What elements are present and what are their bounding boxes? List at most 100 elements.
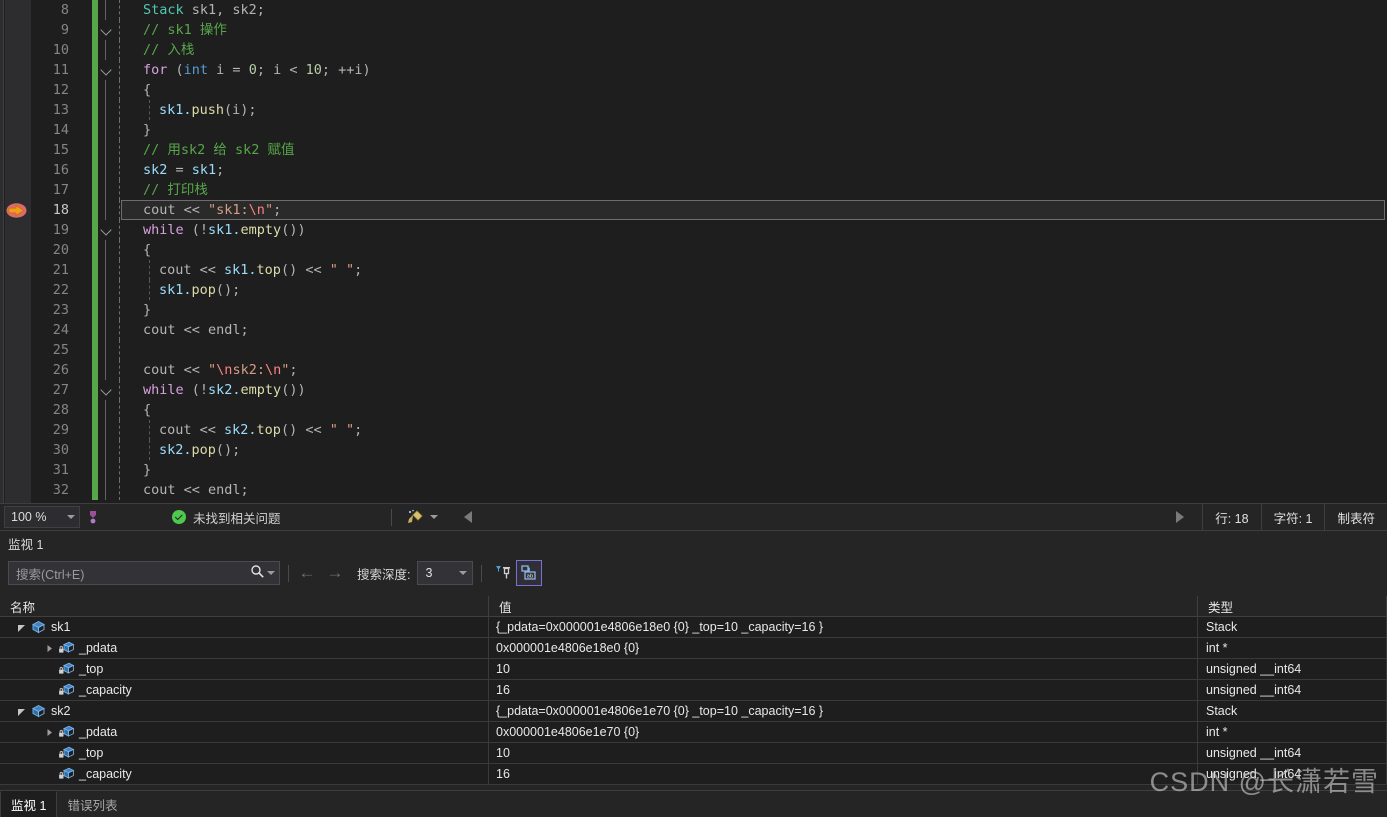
column-header-value[interactable]: 值 xyxy=(489,596,1198,616)
code-line[interactable]: 17 // 打印栈 xyxy=(31,180,1387,200)
code-line[interactable]: 30 sk2.pop(); xyxy=(31,440,1387,460)
code-cleanup-icon[interactable] xyxy=(402,505,428,529)
watch-grid-body[interactable]: sk1 {_pdata=0x000001e4806e18e0 {0} _top=1… xyxy=(0,617,1387,785)
current-statement-arrow-icon[interactable] xyxy=(6,203,27,218)
variable-name: _pdata xyxy=(79,641,118,655)
code-line[interactable]: 15 // 用sk2 给 sk2 赋值 xyxy=(31,140,1387,160)
search-next-icon[interactable]: → xyxy=(321,563,349,583)
expander-closed-icon[interactable] xyxy=(42,728,56,737)
code-line[interactable]: 14} xyxy=(31,120,1387,140)
search-options-chevron-icon[interactable] xyxy=(267,571,275,575)
code-token: cout xyxy=(143,362,176,378)
code-line[interactable]: 11 for (int i = 0; i < 10; ++i) xyxy=(31,60,1387,80)
scroll-left-icon[interactable] xyxy=(463,511,472,523)
code-editor[interactable]: 8 Stack sk1, sk2; 9 // sk1 操作 10 // 入栈 11 for (… xyxy=(0,0,1387,503)
outline-guide xyxy=(105,340,106,360)
code-line[interactable]: 13 sk1.push(i); xyxy=(31,100,1387,120)
code-line[interactable]: 28 { xyxy=(31,400,1387,420)
code-token: i = xyxy=(208,62,249,78)
indent-guide xyxy=(119,180,120,200)
code-token: << xyxy=(191,422,225,438)
cell-name[interactable]: _capacity xyxy=(0,764,489,784)
code-token: sk1. xyxy=(224,262,257,278)
code-line[interactable]: 9 // sk1 操作 xyxy=(31,20,1387,40)
table-row[interactable]: _pdata 0x000001e4806e1e70 {0} int * xyxy=(0,722,1387,743)
collapse-chevron-icon[interactable] xyxy=(101,225,111,235)
code-line[interactable]: 25 xyxy=(31,340,1387,360)
change-bar xyxy=(92,300,98,320)
code-token: sk1. xyxy=(159,282,192,298)
table-row[interactable]: _top 10 unsigned __int64 xyxy=(0,659,1387,680)
code-line[interactable]: 31} xyxy=(31,460,1387,480)
cell-value[interactable]: 0x000001e4806e1e70 {0} xyxy=(489,722,1198,742)
indent-guide xyxy=(119,440,120,460)
table-row[interactable]: _capacity 16 unsigned __int64 xyxy=(0,764,1387,785)
code-line[interactable]: 19 while (!sk1.empty()) xyxy=(31,220,1387,240)
table-row[interactable]: _top 10 unsigned __int64 xyxy=(0,743,1387,764)
code-line[interactable]: 32 cout << endl; xyxy=(31,480,1387,500)
cell-value[interactable]: {_pdata=0x000001e4806e1e70 {0} _top=10 _… xyxy=(489,701,1198,721)
column-header-type[interactable]: 类型 xyxy=(1198,596,1387,616)
search-depth-selector[interactable]: 3 xyxy=(417,561,474,585)
code-line[interactable]: 29 cout << sk2.top() << " "; xyxy=(31,420,1387,440)
watch-toolbar: 搜索(Ctrl+E) ← → 搜索深度: 3 ab xyxy=(0,556,1387,590)
table-row[interactable]: sk1 {_pdata=0x000001e4806e18e0 {0} _top=1… xyxy=(0,617,1387,638)
breakpoint-margin[interactable] xyxy=(5,0,31,503)
cell-name[interactable]: _pdata xyxy=(0,638,489,658)
cell-name[interactable]: sk1 xyxy=(0,617,489,637)
cell-name[interactable]: _capacity xyxy=(0,680,489,700)
code-line[interactable]: 21 cout << sk1.top() << " "; xyxy=(31,260,1387,280)
code-line[interactable]: 10 // 入栈 xyxy=(31,40,1387,60)
pin-filter-icon[interactable] xyxy=(490,560,516,586)
scroll-right-icon[interactable] xyxy=(1176,511,1185,523)
code-token: empty xyxy=(240,222,282,238)
code-line[interactable]: 24 cout << endl; xyxy=(31,320,1387,340)
table-row[interactable]: _pdata 0x000001e4806e18e0 {0} int * xyxy=(0,638,1387,659)
column-header-name[interactable]: 名称 xyxy=(0,596,489,616)
code-lines-container[interactable]: 8 Stack sk1, sk2; 9 // sk1 操作 10 // 入栈 11 for (… xyxy=(6,0,1387,503)
cell-name[interactable]: _pdata xyxy=(0,722,489,742)
cell-name[interactable]: sk2 xyxy=(0,701,489,721)
code-line[interactable]: 26 cout << "\nsk2:\n"; xyxy=(31,360,1387,380)
watch-grid[interactable]: 名称 值 类型 sk1 {_pdata=0x000001e4806e18e0 {0… xyxy=(0,596,1387,785)
collapse-chevron-icon[interactable] xyxy=(101,65,111,75)
code-line[interactable]: 18 cout << "sk1:\n"; xyxy=(6,200,1387,220)
expander-open-icon[interactable] xyxy=(14,707,28,716)
table-row[interactable]: sk2 {_pdata=0x000001e4806e1e70 {0} _top=1… xyxy=(0,701,1387,722)
zoom-level-selector[interactable]: 100 % xyxy=(4,506,80,528)
cell-value[interactable]: 16 xyxy=(489,680,1198,700)
expander-closed-icon[interactable] xyxy=(42,644,56,653)
cell-value[interactable]: 0x000001e4806e18e0 {0} xyxy=(489,638,1198,658)
code-line[interactable]: 23} xyxy=(31,300,1387,320)
cell-name[interactable]: _top xyxy=(0,743,489,763)
intellicode-icon[interactable] xyxy=(80,505,106,529)
code-cleanup-chevron-icon[interactable] xyxy=(429,515,438,519)
code-line[interactable]: 20 { xyxy=(31,240,1387,260)
code-line[interactable]: 8 Stack sk1, sk2; xyxy=(31,0,1387,20)
cell-value[interactable]: {_pdata=0x000001e4806e18e0 {0} _top=10 _… xyxy=(489,617,1198,637)
code-text: // 打印栈 xyxy=(143,180,208,200)
cell-name[interactable]: _top xyxy=(0,659,489,679)
search-prev-icon[interactable]: ← xyxy=(293,563,321,583)
collapse-chevron-icon[interactable] xyxy=(101,385,111,395)
expander-open-icon[interactable] xyxy=(14,623,28,632)
code-token: // 打印栈 xyxy=(143,182,208,198)
code-text: { xyxy=(143,80,151,100)
panel-tab-strip[interactable]: 监视 1 错误列表 xyxy=(0,790,1387,817)
collapse-chevron-icon[interactable] xyxy=(101,25,111,35)
cell-value[interactable]: 16 xyxy=(489,764,1198,784)
code-line[interactable]: 16 sk2 = sk1; xyxy=(31,160,1387,180)
indent-guide-inner xyxy=(149,280,150,300)
show-raw-values-icon[interactable]: ab xyxy=(516,560,543,586)
panel-tab-2[interactable]: 错误列表 xyxy=(57,791,127,817)
code-line[interactable]: 27 while (!sk2.empty()) xyxy=(31,380,1387,400)
code-token: << xyxy=(297,262,330,278)
code-line[interactable]: 22 sk1.pop(); xyxy=(31,280,1387,300)
search-input[interactable]: 搜索(Ctrl+E) xyxy=(8,561,280,585)
struct-icon xyxy=(28,704,48,718)
panel-tab-1[interactable]: 监视 1 xyxy=(0,791,58,817)
cell-value[interactable]: 10 xyxy=(489,743,1198,763)
code-line[interactable]: 12 { xyxy=(31,80,1387,100)
table-row[interactable]: _capacity 16 unsigned __int64 xyxy=(0,680,1387,701)
cell-value[interactable]: 10 xyxy=(489,659,1198,679)
